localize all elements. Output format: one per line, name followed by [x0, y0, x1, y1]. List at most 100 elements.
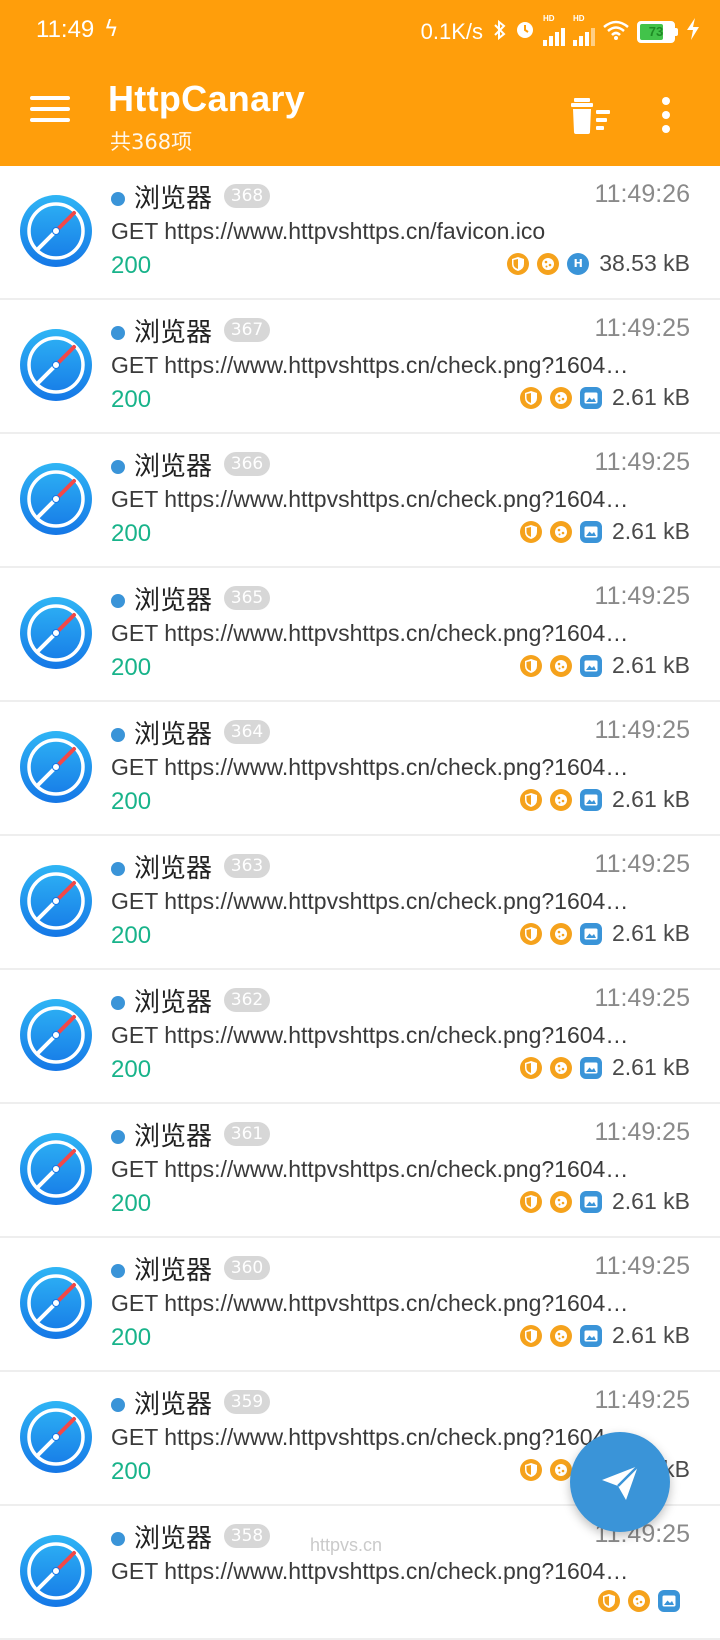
cookie-icon [550, 788, 572, 811]
compass-icon [19, 194, 93, 268]
request-url: GET https://www.httpvshttps.cn/check.png… [111, 1156, 629, 1182]
request-row[interactable]: 浏览器 368 11:49:26 GET https://www.httpvsh… [0, 166, 720, 300]
request-url: GET https://www.httpvshttps.cn/check.png… [111, 888, 629, 914]
status-dot [111, 192, 125, 206]
app-name: 浏览器 [134, 184, 213, 214]
compass-icon [19, 1534, 93, 1608]
image-type-icon [580, 922, 602, 945]
request-row[interactable]: 浏览器 365 11:49:25 GET https://www.httpvsh… [0, 568, 720, 702]
status-dot [111, 728, 125, 742]
request-meta: 2.61 kB [520, 1054, 690, 1081]
image-type-icon [580, 520, 602, 543]
image-type-icon [580, 1056, 602, 1079]
request-number-badge: 363 [224, 854, 270, 878]
cookie-icon [550, 386, 572, 409]
compass-icon [19, 1400, 93, 1474]
request-row[interactable]: 浏览器 360 11:49:25 GET https://www.httpvsh… [0, 1238, 720, 1372]
image-type-icon [580, 1324, 602, 1347]
network-speed: 0.1K/s [420, 19, 483, 44]
request-url: GET https://www.httpvshttps.cn/check.png… [111, 352, 629, 378]
app-name: 浏览器 [134, 1256, 213, 1286]
alarm-icon [515, 20, 535, 44]
image-type-icon [580, 654, 602, 677]
ssl-shield-icon [520, 1458, 542, 1481]
request-time: 11:49:25 [594, 716, 690, 744]
delete-sweep-icon[interactable] [570, 94, 614, 138]
status-dot [111, 326, 125, 340]
status-dot [111, 996, 125, 1010]
more-vert-icon[interactable] [654, 94, 678, 138]
ssl-shield-icon [520, 788, 542, 811]
request-url: GET https://www.httpvshttps.cn/check.png… [111, 486, 629, 512]
signal-icon: HD [543, 14, 565, 46]
request-row[interactable]: 浏览器 362 11:49:25 GET https://www.httpvsh… [0, 970, 720, 1104]
image-type-icon [580, 788, 602, 811]
compass-icon [19, 998, 93, 1072]
request-meta: 2.61 kB [520, 786, 690, 813]
cookie-icon [550, 654, 572, 677]
send-icon[interactable] [570, 1432, 670, 1532]
ssl-shield-icon [507, 252, 530, 275]
bluetooth-icon [493, 19, 507, 45]
response-size: 2.61 kB [612, 1188, 690, 1214]
request-list: 浏览器 368 11:49:26 GET https://www.httpvsh… [0, 166, 720, 1640]
response-size: 2.61 kB [612, 920, 690, 946]
request-meta [598, 1590, 690, 1612]
request-number-badge: 364 [224, 720, 270, 744]
flash-icon: ϟ [104, 17, 119, 42]
request-row[interactable]: 浏览器 367 11:49:25 GET https://www.httpvsh… [0, 300, 720, 434]
image-type-icon [580, 386, 602, 409]
compass-icon [19, 1132, 93, 1206]
page-title: HttpCanary [108, 78, 306, 119]
request-time: 11:49:26 [594, 180, 690, 208]
request-url: GET https://www.httpvshttps.cn/check.png… [111, 1022, 629, 1048]
cookie-icon [537, 252, 560, 275]
status-code: 200 [111, 1324, 152, 1351]
status-code: 200 [111, 252, 152, 279]
menu-icon[interactable] [30, 92, 70, 132]
request-number-badge: 358 [224, 1524, 270, 1548]
app-name: 浏览器 [134, 720, 213, 750]
request-meta: 2.61 kB [520, 1322, 690, 1349]
request-time: 11:49:25 [594, 1386, 690, 1414]
request-meta: 2.61 kB [520, 920, 690, 947]
status-dot [111, 862, 125, 876]
ssl-shield-icon [598, 1590, 620, 1612]
html-type-icon: H [567, 252, 590, 275]
ssl-shield-icon [520, 1056, 542, 1079]
request-time: 11:49:25 [594, 850, 690, 878]
status-code: 200 [111, 520, 152, 547]
status-time: 11:49 [36, 16, 95, 43]
app-name: 浏览器 [134, 318, 213, 348]
request-row[interactable]: 浏览器 363 11:49:25 GET https://www.httpvsh… [0, 836, 720, 970]
status-dot [111, 594, 125, 608]
app-bar: 11:49 ϟ 0.1K/s HD HD 73 HttpCanary 共368项 [0, 0, 720, 166]
status-code: 200 [111, 1190, 152, 1217]
compass-icon [19, 596, 93, 670]
status-code: 200 [111, 654, 152, 681]
cookie-icon [550, 922, 572, 945]
request-row[interactable]: 浏览器 361 11:49:25 GET https://www.httpvsh… [0, 1104, 720, 1238]
request-time: 11:49:25 [594, 984, 690, 1012]
charging-icon [686, 18, 700, 46]
ssl-shield-icon [520, 654, 542, 677]
request-number-badge: 367 [224, 318, 270, 342]
request-url: GET https://www.httpvshttps.cn/check.png… [111, 1558, 629, 1584]
request-number-badge: 362 [224, 988, 270, 1012]
request-row[interactable]: 浏览器 366 11:49:25 GET https://www.httpvsh… [0, 434, 720, 568]
status-indicators: 0.1K/s HD HD 73 [421, 14, 700, 50]
request-row[interactable]: 浏览器 364 11:49:25 GET https://www.httpvsh… [0, 702, 720, 836]
app-name: 浏览器 [134, 854, 213, 884]
request-meta: 2.61 kB [520, 384, 690, 411]
status-dot [111, 1532, 125, 1546]
image-type-icon [658, 1590, 680, 1612]
request-number-badge: 359 [224, 1390, 270, 1414]
wifi-icon [603, 19, 629, 46]
ssl-shield-icon [520, 1190, 542, 1213]
status-code: 200 [111, 788, 152, 815]
request-meta: 2.61 kB [520, 518, 690, 545]
status-bar: 11:49 ϟ 0.1K/s HD HD 73 [0, 0, 720, 64]
response-size: 2.61 kB [612, 1054, 690, 1080]
request-meta: 2.61 kB [520, 652, 690, 679]
ssl-shield-icon [520, 386, 542, 409]
